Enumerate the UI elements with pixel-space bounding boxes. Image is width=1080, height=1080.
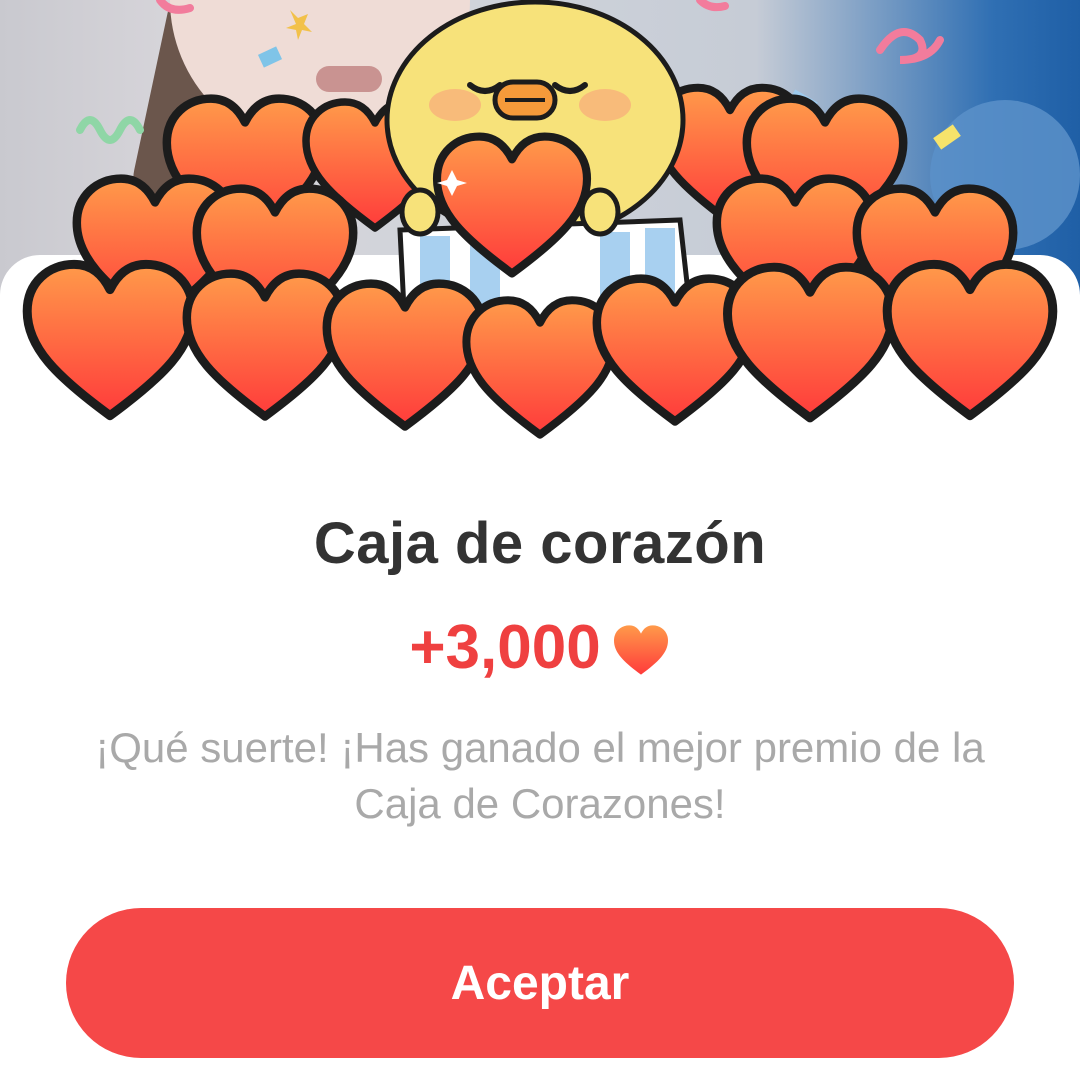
heart-icon [613,624,668,675]
dialog-title: Caja de corazón [313,511,767,576]
reward-message: ¡Qué suerte! ¡Has ganado el mejor premio… [95,724,985,827]
reward-row: +3,000 [0,612,1080,683]
reward-amount: +3,000 [409,613,601,682]
accept-button[interactable]: Aceptar [66,908,1014,1058]
heart-box-illustration [0,0,1080,450]
